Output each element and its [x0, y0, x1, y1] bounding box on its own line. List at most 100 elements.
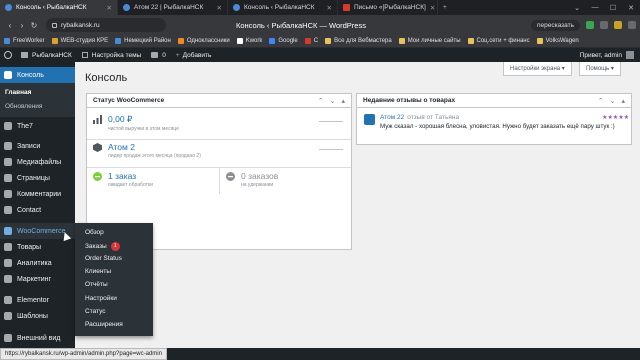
plus-icon: +: [175, 51, 180, 59]
close-icon[interactable]: ✕: [323, 4, 332, 12]
comments-link[interactable]: 0: [146, 48, 171, 62]
menu-pages[interactable]: Страницы: [0, 170, 75, 186]
tabs-menu-icon[interactable]: ⌄: [568, 4, 586, 12]
new-tab-button[interactable]: +: [438, 0, 452, 15]
media-icon: [4, 158, 12, 166]
browser-tab[interactable]: Консоль ‹ РыбалкаНСК ✕: [0, 0, 118, 15]
folder-icon: [536, 38, 543, 44]
flyout-item-orders[interactable]: Заказы 1: [85, 242, 120, 251]
divider: [219, 168, 220, 194]
chevron-up-icon[interactable]: ⌃: [318, 97, 324, 105]
review-author: отзыв от Татьяна: [407, 114, 460, 121]
back-icon[interactable]: ‹: [4, 21, 16, 30]
flyout-item-extensions[interactable]: Расширения: [85, 321, 123, 328]
wordpress-icon: [5, 4, 12, 11]
flyout-item-settings[interactable]: Настройки: [85, 295, 117, 302]
bookmarks-bar: FreeWorker WEB-студия КРЕ Немецкий Район…: [0, 35, 640, 48]
bookmark[interactable]: Одноклассники: [177, 38, 230, 44]
maximize-icon[interactable]: ☐: [604, 4, 622, 12]
bookmark[interactable]: Kwork: [236, 38, 262, 44]
bookmark[interactable]: Немецкий Район: [115, 38, 171, 44]
chevron-up-icon[interactable]: ⌃: [598, 97, 604, 105]
flyout-item-customers[interactable]: Клиенты: [85, 268, 111, 275]
wordpress-logo-icon[interactable]: [4, 51, 12, 59]
flyout-item-overview[interactable]: Обзор: [85, 229, 104, 236]
bookmark-folder[interactable]: Все для Вебмастера: [325, 38, 392, 44]
browser-tab[interactable]: Письмо «[РыбалкаНСК] ✕: [338, 0, 438, 15]
avatar: [626, 51, 634, 59]
net-sales-stat[interactable]: 0,00 ₽ чистой выручки в этом месяце: [93, 114, 179, 132]
menu-analytics[interactable]: Аналитика: [0, 255, 75, 271]
bookmark-folder[interactable]: VolksWagen: [536, 38, 579, 44]
menu-elementor[interactable]: Elementor: [0, 292, 75, 308]
help-button[interactable]: Помощь ▾: [579, 62, 621, 76]
page-heading: Консоль: [85, 72, 128, 84]
close-icon[interactable]: ✕: [103, 4, 112, 12]
bookmark[interactable]: C: [304, 38, 318, 44]
recent-reviews-panel: Недавние отзывы о товарах ⌃ ⌄ ▴ Атом 22 от…: [356, 93, 632, 145]
extension-icon[interactable]: [586, 21, 594, 29]
menu-comments[interactable]: Комментарии: [0, 186, 75, 202]
browser-tab[interactable]: Атом 22 | РыбалкаНСК ✕: [118, 0, 228, 15]
bookmark-folder[interactable]: Мои личные сайты: [398, 38, 461, 44]
browser-tab[interactable]: Консоль ‹ РыбалкаНСК ✕: [228, 0, 338, 15]
archive-icon: [4, 243, 12, 251]
flyout-item-reports[interactable]: Отчёты: [85, 281, 108, 288]
submenu-main[interactable]: Главная: [5, 89, 31, 96]
cube-icon: [93, 143, 102, 152]
processing-orders-stat[interactable]: 1 заказ ожидает обработки: [93, 171, 153, 188]
page-title: Консоль ‹ РыбалкаНСК — WordPress: [236, 20, 366, 30]
forward-icon[interactable]: ›: [16, 21, 28, 30]
menu-console[interactable]: Консоль: [0, 67, 75, 83]
top-seller-stat[interactable]: Атом 2 лидер продаж этого месяца (продано…: [93, 142, 201, 159]
google-icon: [269, 38, 276, 44]
close-icon[interactable]: ✕: [426, 4, 435, 12]
menu-products[interactable]: Товары: [0, 239, 75, 255]
chevron-down-icon[interactable]: ⌄: [330, 97, 336, 105]
account-menu[interactable]: Привет, admin: [580, 51, 640, 59]
toggle-arrow-icon[interactable]: ▴: [341, 97, 345, 105]
flyout-item-status[interactable]: Статус: [85, 308, 106, 315]
close-icon[interactable]: ✕: [213, 4, 222, 12]
menu-posts[interactable]: Записи: [0, 138, 75, 154]
product-link[interactable]: Атом 22: [380, 114, 404, 121]
menu-media[interactable]: Медиафайлы: [0, 154, 75, 170]
retell-button[interactable]: пересказать: [531, 19, 580, 31]
site-name-link[interactable]: РыбалкаНСК: [16, 48, 77, 62]
minimize-icon[interactable]: —: [586, 4, 604, 11]
menu-the7[interactable]: The7: [0, 118, 75, 134]
add-new-link[interactable]: + Добавить: [171, 48, 217, 62]
on-hold-orders-stat[interactable]: 0 заказов на удержании: [226, 171, 278, 188]
flyout-item-order-status[interactable]: Order Status: [85, 255, 122, 262]
customize-link[interactable]: Настройка темы: [77, 48, 146, 62]
bar-chart-icon: [93, 115, 102, 124]
mail-icon: [343, 4, 350, 11]
menu-templates[interactable]: Шаблоны: [0, 308, 75, 324]
product-thumbnail[interactable]: [364, 114, 375, 125]
download-icon[interactable]: [614, 21, 622, 29]
screen-options-button[interactable]: Настройки экрана ▾: [503, 62, 572, 76]
toggle-arrow-icon[interactable]: ▴: [621, 97, 625, 105]
bookmark[interactable]: Google: [269, 38, 298, 44]
menu-appearance[interactable]: Внешний вид: [0, 330, 75, 346]
menu-icon[interactable]: [628, 21, 636, 29]
panel-header: Недавние отзывы о товарах ⌃ ⌄ ▴: [357, 94, 631, 108]
chevron-down-icon[interactable]: ⌄: [610, 97, 616, 105]
brush-icon: [4, 334, 12, 342]
bookmark[interactable]: FreeWorker: [4, 38, 45, 44]
bookmark[interactable]: WEB-студия КРЕ: [51, 38, 108, 44]
reload-icon[interactable]: ↻: [28, 21, 40, 30]
extension-icon[interactable]: [600, 21, 608, 29]
submenu-updates[interactable]: Обновления: [5, 103, 42, 110]
woocommerce-icon: [4, 227, 12, 235]
url-input[interactable]: rybalkansk.ru: [46, 18, 166, 32]
menu-contact[interactable]: Contact: [0, 202, 75, 218]
bookmark-folder[interactable]: Соц.сети + финанс: [467, 38, 530, 44]
folder-icon: [398, 38, 405, 44]
woocommerce-flyout-menu: Обзор Заказы 1 Order Status Клиенты Отчёт…: [75, 223, 153, 336]
review-text: Муж сказал - хорошая блесна, уловистая. …: [380, 123, 615, 130]
sales-sparkline: [319, 121, 343, 122]
close-window-icon[interactable]: ✕: [622, 4, 640, 12]
pin-icon: [4, 142, 12, 150]
menu-marketing[interactable]: Маркетинг: [0, 271, 75, 287]
